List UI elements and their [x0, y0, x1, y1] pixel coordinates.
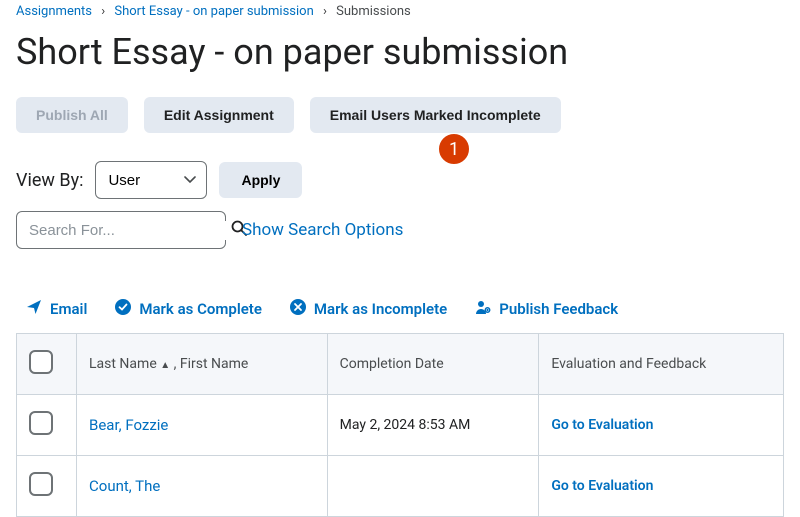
row-checkbox[interactable]	[29, 411, 53, 435]
x-circle-icon	[290, 299, 306, 319]
publish-feedback-action[interactable]: Publish Feedback	[475, 299, 618, 319]
go-to-evaluation-link[interactable]: Go to Evaluation	[551, 478, 653, 494]
search-row: Show Search Options	[16, 211, 784, 249]
view-by-select[interactable]	[95, 161, 207, 199]
publish-icon	[475, 299, 491, 319]
email-action-label: Email	[50, 300, 87, 318]
name-header-suffix: , First Name	[174, 356, 249, 372]
breadcrumb: Assignments › Short Essay - on paper sub…	[16, 0, 784, 23]
breadcrumb-current: Submissions	[336, 4, 411, 19]
search-box[interactable]	[16, 211, 226, 249]
show-search-options-link[interactable]: Show Search Options	[242, 220, 403, 240]
search-input[interactable]	[27, 221, 230, 240]
annotation-badge-1: 1	[438, 133, 470, 165]
bulk-action-bar: Email Mark as Complete Mark as Incomplet…	[16, 299, 784, 333]
view-by-value[interactable]	[96, 172, 206, 189]
breadcrumb-sep: ›	[323, 4, 327, 19]
table-header-row: Last Name ▲ , First Name Completion Date…	[17, 334, 784, 395]
breadcrumb-link-assignments[interactable]: Assignments	[16, 4, 92, 19]
mark-incomplete-action[interactable]: Mark as Incomplete	[290, 299, 447, 319]
completion-date-cell: May 2, 2024 8:53 AM	[327, 395, 539, 456]
action-button-row: Publish All Edit Assignment Email Users …	[16, 97, 784, 133]
view-by-row: View By: Apply	[16, 161, 784, 199]
email-incomplete-button[interactable]: Email Users Marked Incomplete	[310, 97, 561, 133]
publish-all-button[interactable]: Publish All	[16, 97, 128, 133]
mark-complete-action[interactable]: Mark as Complete	[115, 299, 262, 319]
completion-header[interactable]: Completion Date	[327, 334, 539, 395]
breadcrumb-link-assignment[interactable]: Short Essay - on paper submission	[114, 4, 313, 19]
send-icon	[26, 299, 42, 319]
mark-complete-label: Mark as Complete	[139, 300, 262, 318]
student-name-link[interactable]: Bear, Fozzie	[89, 416, 168, 434]
email-action[interactable]: Email	[26, 299, 87, 319]
publish-feedback-label: Publish Feedback	[499, 300, 618, 318]
go-to-evaluation-link[interactable]: Go to Evaluation	[551, 417, 653, 433]
name-header[interactable]: Last Name ▲ , First Name	[77, 334, 328, 395]
student-name-link[interactable]: Count, The	[89, 477, 160, 495]
edit-assignment-button[interactable]: Edit Assignment	[144, 97, 294, 133]
breadcrumb-sep: ›	[101, 4, 105, 19]
table-row: Bear, Fozzie May 2, 2024 8:53 AM Go to E…	[17, 395, 784, 456]
select-all-checkbox[interactable]	[29, 350, 53, 374]
table-row: Count, The Go to Evaluation	[17, 456, 784, 517]
mark-incomplete-label: Mark as Incomplete	[314, 300, 447, 318]
submissions-table: Last Name ▲ , First Name Completion Date…	[16, 333, 784, 517]
apply-button[interactable]: Apply	[219, 162, 302, 198]
view-by-label: View By:	[16, 170, 83, 191]
completion-date-cell	[327, 456, 539, 517]
name-header-label: Last Name	[89, 356, 157, 372]
row-checkbox[interactable]	[29, 472, 53, 496]
sort-ascending-icon: ▲	[160, 360, 170, 371]
page-title: Short Essay - on paper submission	[16, 31, 784, 73]
check-circle-icon	[115, 299, 131, 319]
select-all-header	[17, 334, 77, 395]
evaluation-header[interactable]: Evaluation and Feedback	[539, 334, 784, 395]
